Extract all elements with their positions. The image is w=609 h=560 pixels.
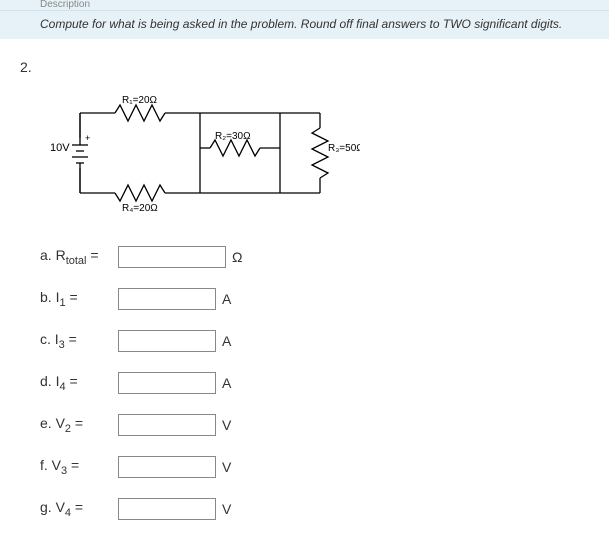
unit-label: V: [222, 501, 231, 517]
answer-input-v3[interactable]: [118, 456, 216, 478]
circuit-diagram: + 10V R₁=20Ω R₂=30Ω R₃=50Ω R₄=20Ω: [50, 93, 589, 216]
question-number: 2.: [20, 59, 589, 75]
unit-label: A: [222, 375, 231, 391]
answer-label: g. V4 =: [40, 499, 118, 519]
unit-label: A: [222, 333, 231, 349]
unit-label: A: [222, 291, 231, 307]
unit-label: Ω: [232, 249, 242, 265]
answer-row: f. V3 = V: [40, 456, 589, 478]
answer-row: d. I4 = A: [40, 372, 589, 394]
answer-input-i1[interactable]: [118, 288, 216, 310]
answer-row: b. I1 = A: [40, 288, 589, 310]
answer-row: a. Rtotal = Ω: [40, 246, 589, 268]
unit-label: V: [222, 417, 231, 433]
unit-label: V: [222, 459, 231, 475]
r3-label: R₃=50Ω: [328, 143, 360, 154]
answer-label: e. V2 =: [40, 415, 118, 435]
answer-input-v2[interactable]: [118, 414, 216, 436]
description-cutoff: Description: [0, 0, 609, 10]
svg-text:+: +: [85, 133, 90, 143]
answer-label: c. I3 =: [40, 331, 118, 351]
answer-label: b. I1 =: [40, 289, 118, 309]
answer-row: c. I3 = A: [40, 330, 589, 352]
answer-label: d. I4 =: [40, 373, 118, 393]
answer-input-rtotal[interactable]: [118, 246, 226, 268]
r2-label: R₂=30Ω: [215, 131, 251, 142]
answer-row: g. V4 = V: [40, 498, 589, 520]
r4-label: R₄=20Ω: [122, 203, 158, 213]
answer-label: f. V3 =: [40, 457, 118, 477]
answer-input-i4[interactable]: [118, 372, 216, 394]
instruction-text: Compute for what is being asked in the p…: [0, 10, 609, 39]
answer-input-i3[interactable]: [118, 330, 216, 352]
source-label: 10V: [50, 142, 70, 154]
r1-label: R₁=20Ω: [122, 95, 158, 106]
answer-input-v4[interactable]: [118, 498, 216, 520]
answer-list: a. Rtotal = Ω b. I1 = A c. I3 = A d. I4 …: [40, 246, 589, 520]
answer-label: a. Rtotal =: [40, 247, 118, 267]
answer-row: e. V2 = V: [40, 414, 589, 436]
